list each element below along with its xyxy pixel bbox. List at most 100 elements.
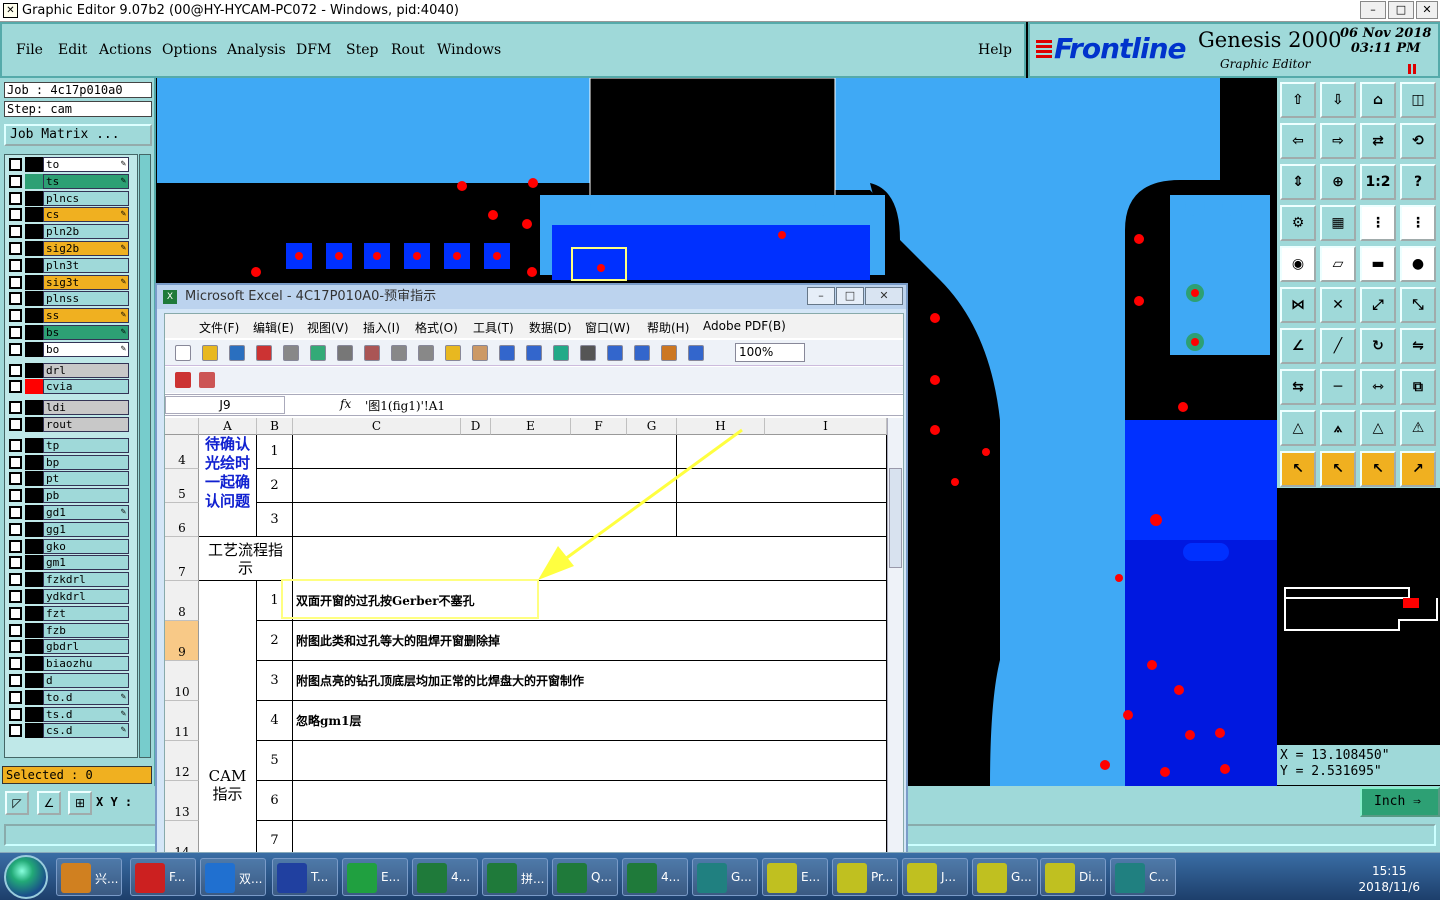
mirror-icon[interactable]: ⇋ bbox=[1400, 328, 1436, 364]
excel-menu-item[interactable]: 工具(T) bbox=[473, 319, 514, 336]
layer-checkbox[interactable] bbox=[9, 707, 22, 721]
pan-left-icon[interactable]: ⇦ bbox=[1280, 123, 1316, 159]
row-header[interactable]: 10 bbox=[165, 661, 199, 701]
name-box[interactable]: J9 bbox=[165, 396, 285, 414]
number-cell[interactable]: 2 bbox=[257, 469, 293, 503]
excel-menu-item[interactable]: 视图(V) bbox=[307, 319, 349, 336]
excel-menu-item[interactable]: 插入(I) bbox=[363, 319, 400, 336]
layer-checkbox[interactable] bbox=[9, 472, 22, 486]
layer-checkbox[interactable] bbox=[9, 258, 22, 272]
layer-name[interactable]: cs.d ✎ bbox=[43, 723, 129, 739]
layer-color-swatch[interactable] bbox=[25, 605, 43, 621]
select-icon[interactable]: ↖ bbox=[1280, 451, 1316, 487]
overview-map[interactable] bbox=[1279, 490, 1440, 745]
layer-color-swatch[interactable] bbox=[25, 379, 43, 395]
layer-name[interactable]: drl bbox=[43, 362, 129, 378]
layer-row[interactable]: pt bbox=[7, 471, 129, 487]
number-cell[interactable]: 5 bbox=[257, 741, 293, 781]
layer-color-swatch[interactable] bbox=[25, 639, 43, 655]
layer-row[interactable]: to.d ✎ bbox=[7, 689, 129, 705]
menu-actions[interactable]: Actions bbox=[99, 42, 152, 58]
layer-row[interactable]: cvia bbox=[7, 379, 129, 395]
toolbar-icon[interactable] bbox=[175, 345, 191, 361]
layer-checkbox[interactable] bbox=[9, 326, 22, 339]
layer-color-swatch[interactable] bbox=[25, 555, 43, 571]
menu-help[interactable]: Help bbox=[978, 42, 1012, 58]
layer-checkbox[interactable] bbox=[9, 506, 22, 519]
layer-checkbox[interactable] bbox=[9, 174, 22, 188]
taskbar-item[interactable]: 4... bbox=[622, 858, 688, 896]
grid-icon[interactable]: ⊞ bbox=[68, 791, 92, 815]
line-icon[interactable]: ▬ bbox=[1360, 246, 1396, 282]
layer-color-swatch[interactable] bbox=[25, 656, 43, 672]
cam-instruction-cell[interactable]: 附图点亮的钻孔顶底层均加正常的比焊盘大的开窗制作 bbox=[293, 661, 887, 701]
layer-checkbox[interactable] bbox=[9, 342, 22, 356]
start-button[interactable] bbox=[4, 855, 48, 899]
layer-name[interactable]: bp bbox=[43, 454, 129, 470]
excel-close-button[interactable]: ✕ bbox=[865, 287, 903, 305]
layer-checkbox[interactable] bbox=[9, 573, 22, 587]
layer-checkbox[interactable] bbox=[9, 158, 22, 171]
layer-color-swatch[interactable] bbox=[25, 362, 43, 378]
row-header[interactable]: 13 bbox=[165, 781, 199, 821]
layer-checkbox[interactable] bbox=[9, 489, 22, 503]
layer-name[interactable]: tp bbox=[43, 437, 129, 453]
dot-icon[interactable]: ● bbox=[1400, 246, 1436, 282]
layer-color-swatch[interactable] bbox=[25, 190, 43, 206]
menu-options[interactable]: Options bbox=[162, 42, 217, 58]
layer-color-swatch[interactable] bbox=[25, 589, 43, 604]
layer-row[interactable]: ts ✎ bbox=[7, 173, 129, 189]
toolbar-icon[interactable] bbox=[202, 345, 218, 361]
layer-row[interactable]: sig2b ✎ bbox=[7, 241, 129, 256]
toolbar-icon[interactable] bbox=[418, 345, 434, 361]
layer-checkbox[interactable] bbox=[9, 690, 22, 704]
row-header[interactable]: 12 bbox=[165, 741, 199, 781]
layer-checkbox[interactable] bbox=[9, 455, 22, 469]
grid-icon[interactable]: ▦ bbox=[1320, 205, 1356, 241]
confirm-label-cell[interactable]: 待确认光绘时一起确认问题 bbox=[199, 435, 257, 537]
menu-analysis[interactable]: Analysis bbox=[227, 42, 286, 58]
toolbar-icon[interactable] bbox=[580, 345, 596, 361]
layer-color-swatch[interactable] bbox=[25, 723, 43, 739]
layer-color-swatch[interactable] bbox=[25, 538, 43, 554]
break-icon[interactable]: ─ bbox=[1320, 369, 1356, 405]
layer-color-swatch[interactable] bbox=[25, 341, 43, 357]
column-header[interactable]: I bbox=[765, 418, 887, 435]
layer-checkbox[interactable] bbox=[9, 275, 22, 289]
layer-name[interactable]: fzkdrl bbox=[43, 572, 129, 588]
measure-icon[interactable]: ∠ bbox=[37, 791, 61, 815]
excel-menu-item[interactable]: 格式(O) bbox=[415, 319, 458, 336]
angle-icon[interactable]: ∠ bbox=[1280, 328, 1316, 364]
layer-row[interactable]: fzt bbox=[7, 605, 129, 621]
layer-color-swatch[interactable] bbox=[25, 437, 43, 453]
filter2-icon[interactable]: ⋮ bbox=[1400, 205, 1436, 241]
layer-row[interactable]: rout bbox=[7, 417, 129, 432]
process-label-cell[interactable]: 工艺流程指示 bbox=[199, 537, 293, 581]
layer-checkbox[interactable] bbox=[9, 724, 22, 738]
layer-row[interactable]: gd1 ✎ bbox=[7, 505, 129, 520]
layer-name[interactable]: cvia bbox=[43, 379, 129, 395]
toolbar-icon[interactable] bbox=[445, 345, 461, 361]
layer-checkbox[interactable] bbox=[9, 657, 22, 671]
taskbar-item[interactable]: C... bbox=[1110, 858, 1176, 896]
number-cell[interactable]: 2 bbox=[257, 621, 293, 661]
layer-row[interactable]: pln2b bbox=[7, 224, 129, 240]
layer-name[interactable]: ts ✎ bbox=[43, 173, 129, 189]
layer-row[interactable]: bp bbox=[7, 454, 129, 470]
settings-icon[interactable]: ⚙ bbox=[1280, 205, 1316, 241]
layer-name[interactable]: sig2b ✎ bbox=[43, 241, 129, 256]
center-icon[interactable]: ⊕ bbox=[1320, 164, 1356, 200]
layer-row[interactable]: gg1 bbox=[7, 521, 129, 537]
layer-name[interactable]: pln2b bbox=[43, 224, 129, 240]
taskbar-item[interactable]: E... bbox=[762, 858, 828, 896]
layer-color-swatch[interactable] bbox=[25, 673, 43, 688]
layer-name[interactable]: rout bbox=[43, 417, 129, 432]
shape-icon[interactable]: ▱ bbox=[1320, 246, 1356, 282]
layer-row[interactable]: bs ✎ bbox=[7, 325, 129, 340]
excel-menu-item[interactable]: 编辑(E) bbox=[253, 319, 294, 336]
layer-row[interactable]: plnss bbox=[7, 291, 129, 307]
taskbar-item[interactable]: F... bbox=[130, 858, 196, 896]
layer-color-swatch[interactable] bbox=[25, 400, 43, 416]
layer-name[interactable]: ldi bbox=[43, 400, 129, 416]
layer-color-swatch[interactable] bbox=[25, 505, 43, 520]
